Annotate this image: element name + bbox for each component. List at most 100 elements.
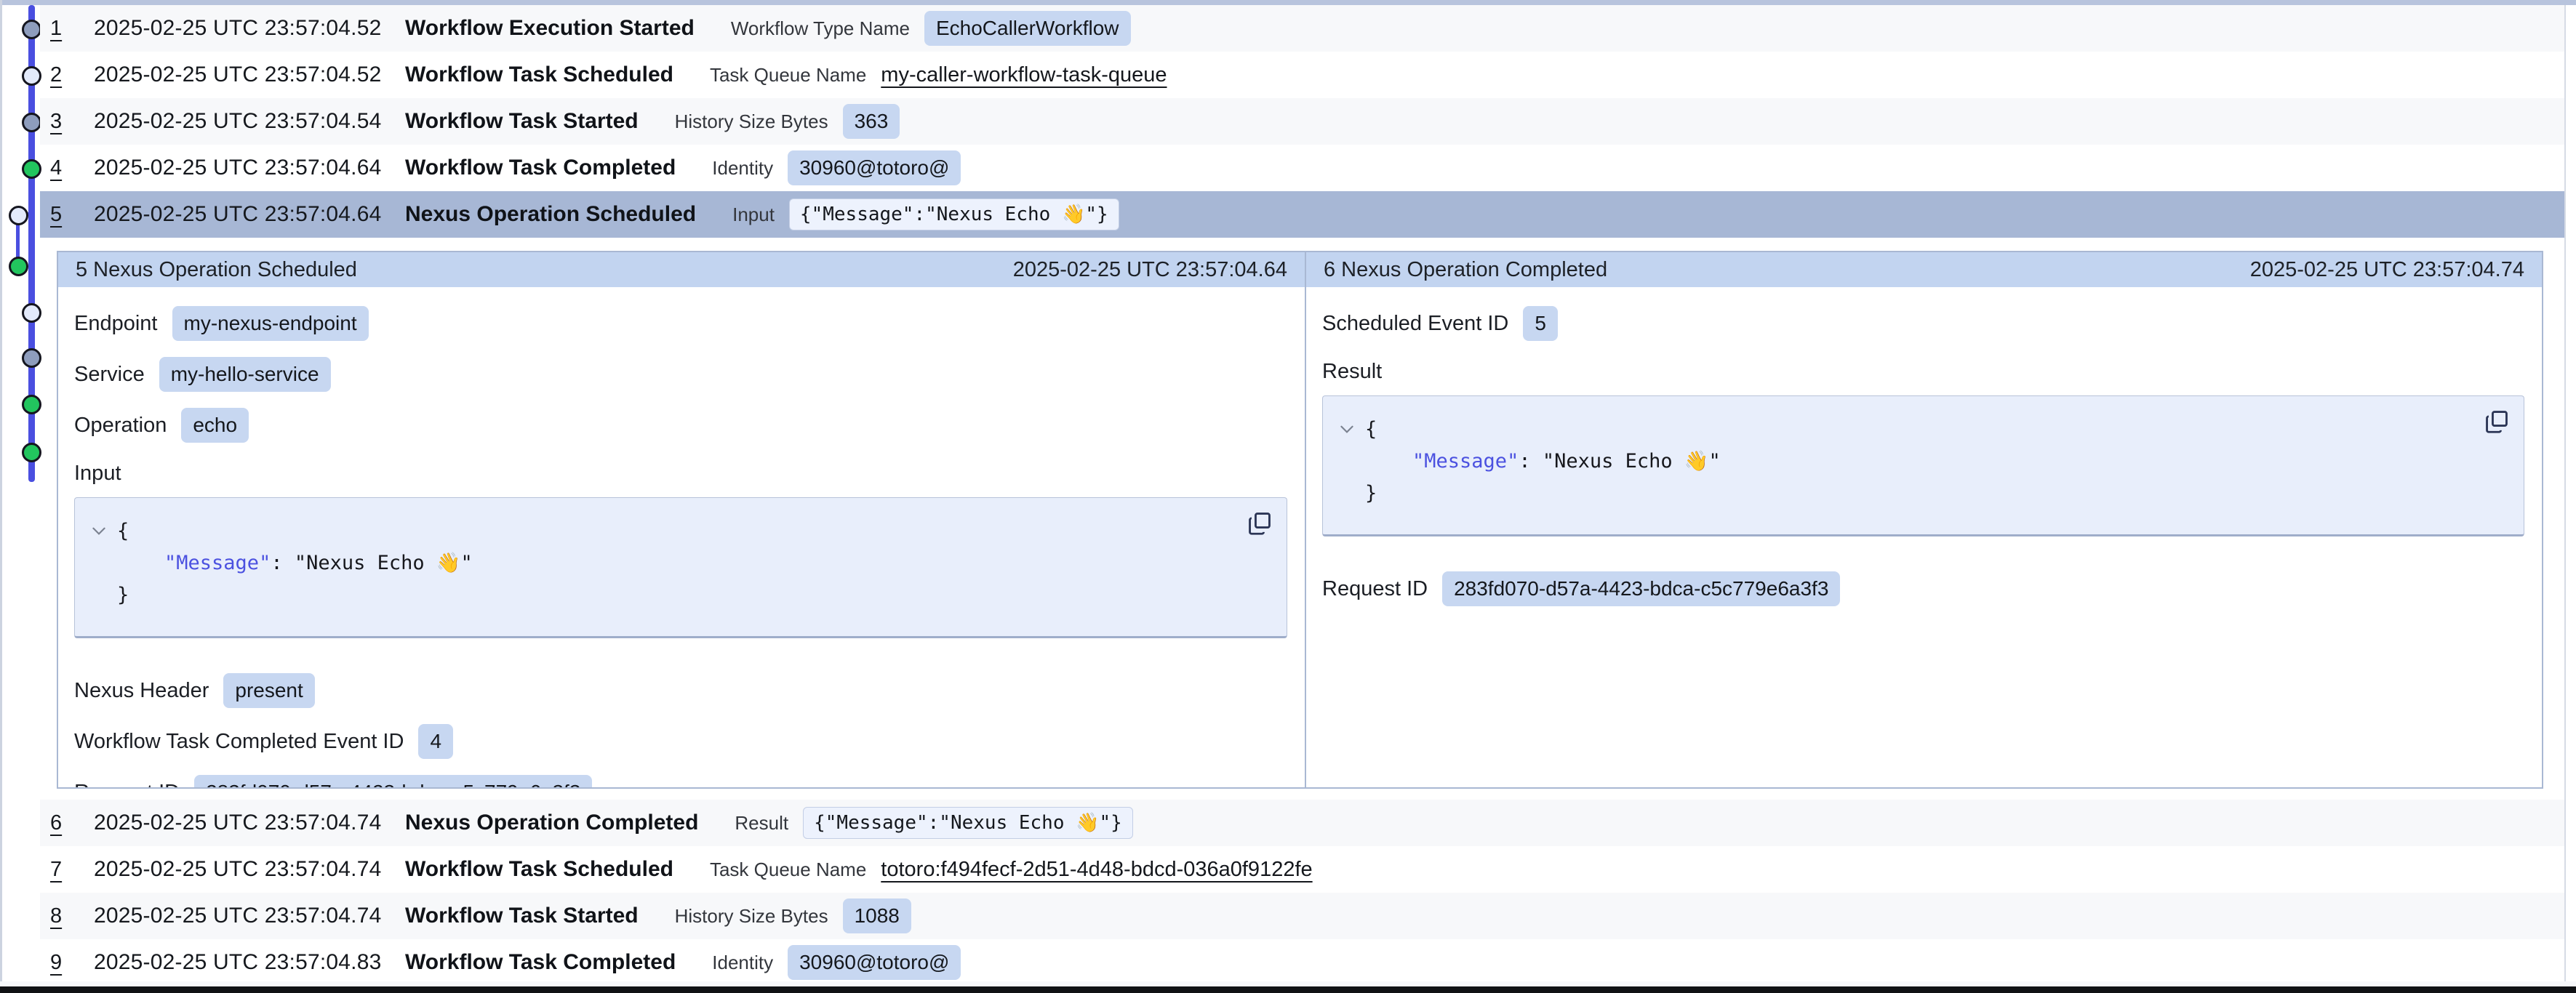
event-attribute-link[interactable]: my-caller-workflow-task-queue [881,63,1167,87]
detail-row: Nexus Headerpresent [74,673,1287,708]
json-separator: : [1519,450,1543,473]
event-rows-top: 1 2025-02-25 UTC 23:57:04.52 Workflow Exec… [40,5,2564,238]
event-type-name: Workflow Execution Started [405,16,695,41]
event-id-link[interactable]: 1 [50,17,73,41]
timeline-node-event-5[interactable] [9,206,28,225]
json-key: "Message" [1365,450,1519,473]
timeline-node-event-8[interactable] [22,348,41,368]
json-code-block: { "Message": "Nexus Echo 👋"} [1322,395,2524,536]
event-id-link[interactable]: 4 [50,156,73,180]
event-attribute-value: {"Message":"Nexus Echo 👋"} [789,198,1119,230]
json-line: } [1365,478,1721,510]
detail-label: Request ID [74,781,180,788]
event-attribute: Task Queue Nametotoro:f494fecf-2d51-4d48… [710,858,1313,882]
detail-row: Scheduled Event ID5 [1322,306,2524,341]
event-attribute-value: {"Message":"Nexus Echo 👋"} [803,807,1133,839]
detail-value: echo [181,408,249,443]
panel-body: Endpointmy-nexus-endpoint Servicemy-hello… [58,287,1305,787]
json-line: "Message": "Nexus Echo 👋" [1365,446,1721,478]
event-attribute-label: Workflow Type Name [731,17,910,40]
event-attribute-value: EchoCallerWorkflow [924,11,1131,46]
detail-label: Nexus Header [74,679,209,703]
detail-label: Workflow Task Completed Event ID [74,730,404,754]
detail-label: Result [1322,360,1382,384]
event-detail-panel: 5 Nexus Operation Scheduled2025-02-25 UT… [58,252,1305,787]
event-attribute-value: 30960@totoro@ [788,945,961,980]
detail-value: 283fd070-d57a-4423-bdca-c5c779e6a3f3 [194,775,592,787]
event-id-link[interactable]: 6 [50,811,73,835]
event-attribute-label: History Size Bytes [675,110,828,133]
event-attribute-link[interactable]: totoro:f494fecf-2d51-4d48-bdcd-036a0f912… [881,858,1312,882]
json-value: "Nexus Echo 👋" [295,552,473,574]
panel-timestamp: 2025-02-25 UTC 23:57:04.74 [2250,258,2524,282]
event-attribute-label: History Size Bytes [675,905,828,928]
detail-label: Endpoint [74,312,158,336]
event-attribute: Workflow Type Name EchoCallerWorkflow [731,11,1131,46]
detail-value: my-hello-service [159,357,331,392]
event-row-4[interactable]: 42025-02-25 UTC 23:57:04.64Workflow Task… [40,145,2564,191]
event-type-name: Nexus Operation Completed [405,811,698,835]
event-attribute-value: 30960@totoro@ [788,150,961,185]
chevron-down-icon[interactable] [1337,414,1358,510]
timeline-node-event-3[interactable] [22,113,41,132]
event-type-name: Workflow Task Scheduled [405,63,673,87]
timeline-node-event-9[interactable] [22,395,41,414]
event-row-8[interactable]: 82025-02-25 UTC 23:57:04.74Workflow Task… [40,893,2564,939]
detail-row: Workflow Task Completed Event ID4 [74,724,1287,759]
event-attribute-label: Task Queue Name [710,64,866,87]
event-attribute: Result{"Message":"Nexus Echo 👋"} [735,807,1132,839]
timeline-node-event-7[interactable] [22,303,41,323]
event-attribute: Task Queue Name my-caller-workflow-task-q… [710,63,1167,87]
event-attribute: Input{"Message":"Nexus Echo 👋"} [732,198,1119,230]
event-id-link[interactable]: 5 [50,203,73,227]
copy-icon[interactable] [2483,408,2511,435]
bottom-bar [0,986,2576,993]
event-id-link[interactable]: 3 [50,110,73,134]
timeline-node-event-6[interactable] [9,257,28,276]
timeline-node-event-2[interactable] [22,66,41,86]
detail-label: Operation [74,414,167,438]
chevron-down-icon[interactable] [89,515,110,611]
detail-row: Servicemy-hello-service [74,357,1287,392]
top-divider [0,0,2576,5]
event-attribute: Identity 30960@totoro@ [712,150,961,185]
detail-row: Endpointmy-nexus-endpoint [74,306,1287,341]
event-id-link[interactable]: 7 [50,858,73,882]
event-row-5[interactable]: 52025-02-25 UTC 23:57:04.64Nexus Operati… [40,191,2564,238]
event-row-6[interactable]: 62025-02-25 UTC 23:57:04.74Nexus Operati… [40,800,2564,846]
event-row-1[interactable]: 1 2025-02-25 UTC 23:57:04.52 Workflow Exec… [40,5,2564,52]
event-row-3[interactable]: 32025-02-25 UTC 23:57:04.54Workflow Task… [40,98,2564,145]
timeline-node-event-1[interactable] [22,20,41,39]
event-timeline-graph [0,0,44,509]
event-id-link[interactable]: 9 [50,951,73,975]
json-line: "Message": "Nexus Echo 👋" [117,547,473,579]
event-type-name: Workflow Task Completed [405,156,676,180]
event-history-view: 1 2025-02-25 UTC 23:57:04.52 Workflow Exec… [0,0,2576,993]
panel-title: 6 Nexus Operation Completed [1324,258,1607,282]
event-id-link[interactable]: 8 [50,904,73,928]
copy-icon[interactable] [1246,510,1273,537]
timeline-node-event-10[interactable] [22,443,41,462]
event-type-name: Nexus Operation Scheduled [405,202,696,227]
json-line: { [1365,414,1721,446]
event-row-2[interactable]: 2 2025-02-25 UTC 23:57:04.52 Workflow Task… [40,52,2564,98]
panel-header: 5 Nexus Operation Scheduled2025-02-25 UT… [58,252,1305,287]
event-type-name: Workflow Task Completed [405,950,676,975]
detail-row: Request ID 283fd070-d57a-4423-bdca-c5c779… [74,775,1287,787]
detail-value: 283fd070-d57a-4423-bdca-c5c779e6a3f3 [1442,571,1840,606]
event-attribute-label: Identity [712,157,773,180]
json-code-block: { "Message": "Nexus Echo 👋"} [74,497,1287,638]
event-detail-panels: 5 Nexus Operation Scheduled2025-02-25 UT… [57,251,2543,789]
event-attribute-label: Identity [712,952,773,974]
event-id-link[interactable]: 2 [50,63,73,87]
event-attribute: Identity 30960@totoro@ [712,945,961,980]
event-row-7[interactable]: 72025-02-25 UTC 23:57:04.74Workflow Task… [40,846,2564,893]
event-timestamp: 2025-02-25 UTC 23:57:04.52 [94,63,385,87]
event-timestamp: 2025-02-25 UTC 23:57:04.74 [94,904,385,928]
right-divider [2564,5,2566,983]
event-timestamp: 2025-02-25 UTC 23:57:04.54 [94,109,385,134]
event-timestamp: 2025-02-25 UTC 23:57:04.52 [94,16,385,41]
timeline-node-event-4[interactable] [22,159,41,179]
event-detail-panel: 6 Nexus Operation Completed 2025-02-25 UT… [1305,252,2542,787]
event-row-9[interactable]: 92025-02-25 UTC 23:57:04.83Workflow Task… [40,939,2564,986]
